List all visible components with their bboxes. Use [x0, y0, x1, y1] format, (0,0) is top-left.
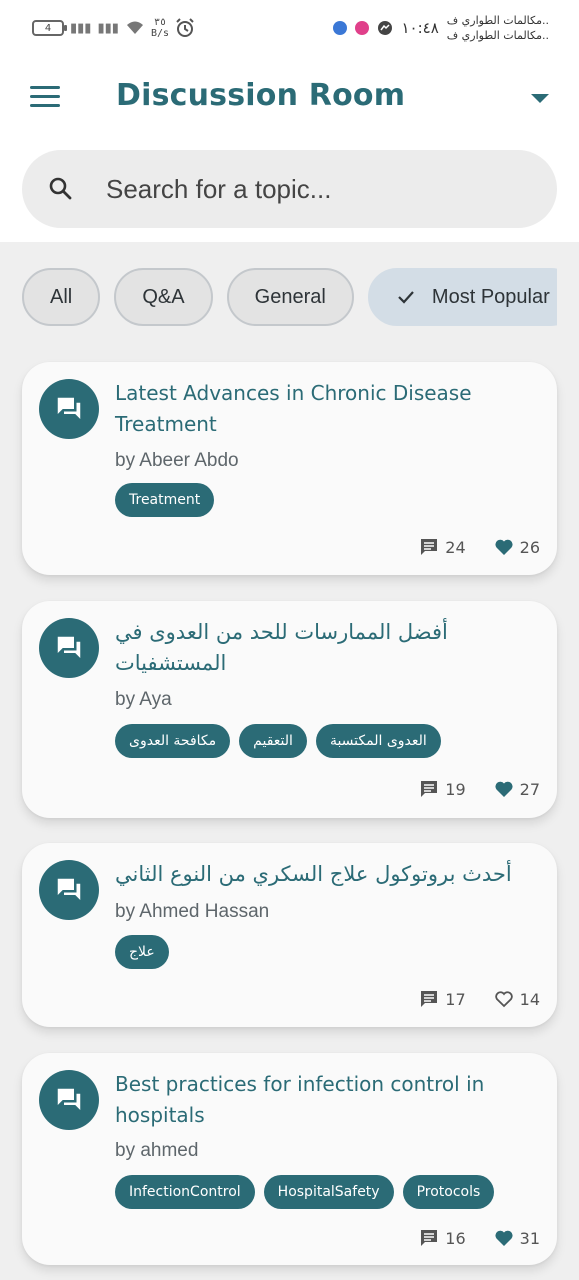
- tag-list: InfectionControl HospitalSafety Protocol…: [115, 1175, 537, 1209]
- tag[interactable]: العدوى المكتسبة: [315, 724, 441, 758]
- tag-list: Treatment: [115, 483, 537, 517]
- post-title[interactable]: Latest Advances in Chronic Disease Treat…: [115, 378, 527, 440]
- forum-icon: [39, 379, 99, 439]
- battery-icon: 4: [32, 20, 67, 36]
- comment-count: 19: [445, 779, 466, 799]
- post-author: by ahmed: [115, 1140, 199, 1161]
- post-author: by Ahmed Hassan: [115, 901, 270, 922]
- signal-icon-2: ▮▮▮: [97, 20, 119, 36]
- chip-label: Q&A: [142, 285, 185, 308]
- post-title[interactable]: Best practices for infection control in …: [115, 1069, 527, 1131]
- status-left: 4 ▮▮▮ ▮▮▮ ٣٥ B/s: [32, 14, 195, 42]
- chip-qa[interactable]: Q&A: [114, 268, 213, 326]
- post-stats: 17 14: [419, 989, 540, 1009]
- chip-general[interactable]: General: [226, 268, 354, 326]
- like-count: 14: [519, 989, 540, 1009]
- speed-value: ٣٥: [153, 17, 166, 28]
- post-card[interactable]: أفضل الممارسات للحد من العدوى في المستشف…: [22, 601, 557, 818]
- comment-icon[interactable]: [419, 989, 439, 1009]
- app-bar: Discussion Room: [0, 58, 579, 140]
- chip-label: Most Popular: [431, 285, 550, 308]
- speed-unit: B/s: [150, 28, 169, 39]
- chip-label: All: [50, 285, 73, 308]
- comment-count: 16: [445, 1228, 466, 1248]
- post-stats: 16 31: [419, 1228, 540, 1248]
- heart-icon[interactable]: [494, 1228, 514, 1248]
- status-bar: 4 ▮▮▮ ▮▮▮ ٣٥ B/s ١٠:٤٨ مكالمات الطواري ف…: [0, 0, 579, 58]
- comment-icon[interactable]: [419, 537, 439, 557]
- check-icon: [398, 291, 414, 304]
- comment-icon[interactable]: [419, 779, 439, 799]
- tag-list: العدوى المكتسبة التعقيم مكافحة العدوى: [115, 724, 537, 758]
- forum-icon: [39, 618, 99, 678]
- search-bar[interactable]: [22, 150, 557, 228]
- post-title[interactable]: أفضل الممارسات للحد من العدوى في المستشف…: [115, 617, 527, 679]
- notification-line-2: مكالمات الطواري ف..: [446, 29, 549, 42]
- app-notification-icon: [333, 21, 348, 35]
- post-card[interactable]: Best practices for infection control in …: [22, 1053, 557, 1265]
- tag[interactable]: Treatment: [115, 483, 215, 517]
- like-count: 26: [519, 537, 540, 557]
- post-title[interactable]: أحدث بروتوكول علاج السكري من النوع الثان…: [115, 859, 527, 890]
- app-notification-icon-2: [355, 21, 370, 35]
- forum-icon: [39, 1070, 99, 1130]
- tag[interactable]: التعقيم: [239, 724, 307, 758]
- comment-count: 17: [445, 989, 466, 1009]
- chip-all[interactable]: All: [22, 268, 101, 326]
- post-author: by Abeer Abdo: [115, 450, 239, 471]
- tag[interactable]: InfectionControl: [115, 1175, 255, 1209]
- post-author: by Aya: [115, 689, 172, 710]
- wifi-icon: [126, 21, 143, 34]
- like-count: 27: [519, 779, 540, 799]
- signal-icon: ▮▮▮: [70, 20, 92, 36]
- chip-most-popular[interactable]: Most Popular: [367, 268, 557, 326]
- alarm-icon: [176, 18, 194, 37]
- filter-chips: All Q&A General Most Popular: [22, 268, 557, 328]
- search-section: [0, 140, 579, 242]
- heart-icon[interactable]: [494, 779, 514, 799]
- search-input[interactable]: [106, 150, 526, 228]
- menu-icon[interactable]: [30, 86, 60, 108]
- comment-count: 24: [445, 537, 466, 557]
- tag-list: علاج: [115, 935, 537, 969]
- search-icon: [49, 177, 72, 200]
- like-count: 31: [519, 1228, 540, 1248]
- clock: ١٠:٤٨: [401, 19, 439, 37]
- chip-label: General: [254, 285, 326, 308]
- post-stats: 19 27: [419, 779, 540, 799]
- comment-icon[interactable]: [419, 1228, 439, 1248]
- tag[interactable]: علاج: [115, 935, 169, 969]
- post-card[interactable]: أحدث بروتوكول علاج السكري من النوع الثان…: [22, 843, 557, 1027]
- tag[interactable]: مكافحة العدوى: [115, 724, 231, 758]
- heart-outline-icon[interactable]: [494, 989, 514, 1009]
- post-stats: 24 26: [419, 537, 540, 557]
- heart-icon[interactable]: [494, 537, 514, 557]
- network-speed: ٣٥ B/s: [151, 17, 169, 39]
- notification-text: مكالمات الطواري ف.. مكالمات الطواري ف..: [447, 13, 549, 43]
- tag[interactable]: HospitalSafety: [263, 1175, 394, 1209]
- post-card[interactable]: Latest Advances in Chronic Disease Treat…: [22, 362, 557, 575]
- forum-icon: [39, 860, 99, 920]
- notification-line-1: مكالمات الطواري ف..: [446, 14, 549, 27]
- tag[interactable]: Protocols: [402, 1175, 495, 1209]
- messenger-icon: [378, 21, 393, 35]
- page-title: Discussion Room: [116, 78, 406, 113]
- chevron-down-icon[interactable]: [531, 94, 549, 103]
- status-right: ١٠:٤٨ مكالمات الطواري ف.. مكالمات الطوار…: [333, 10, 549, 46]
